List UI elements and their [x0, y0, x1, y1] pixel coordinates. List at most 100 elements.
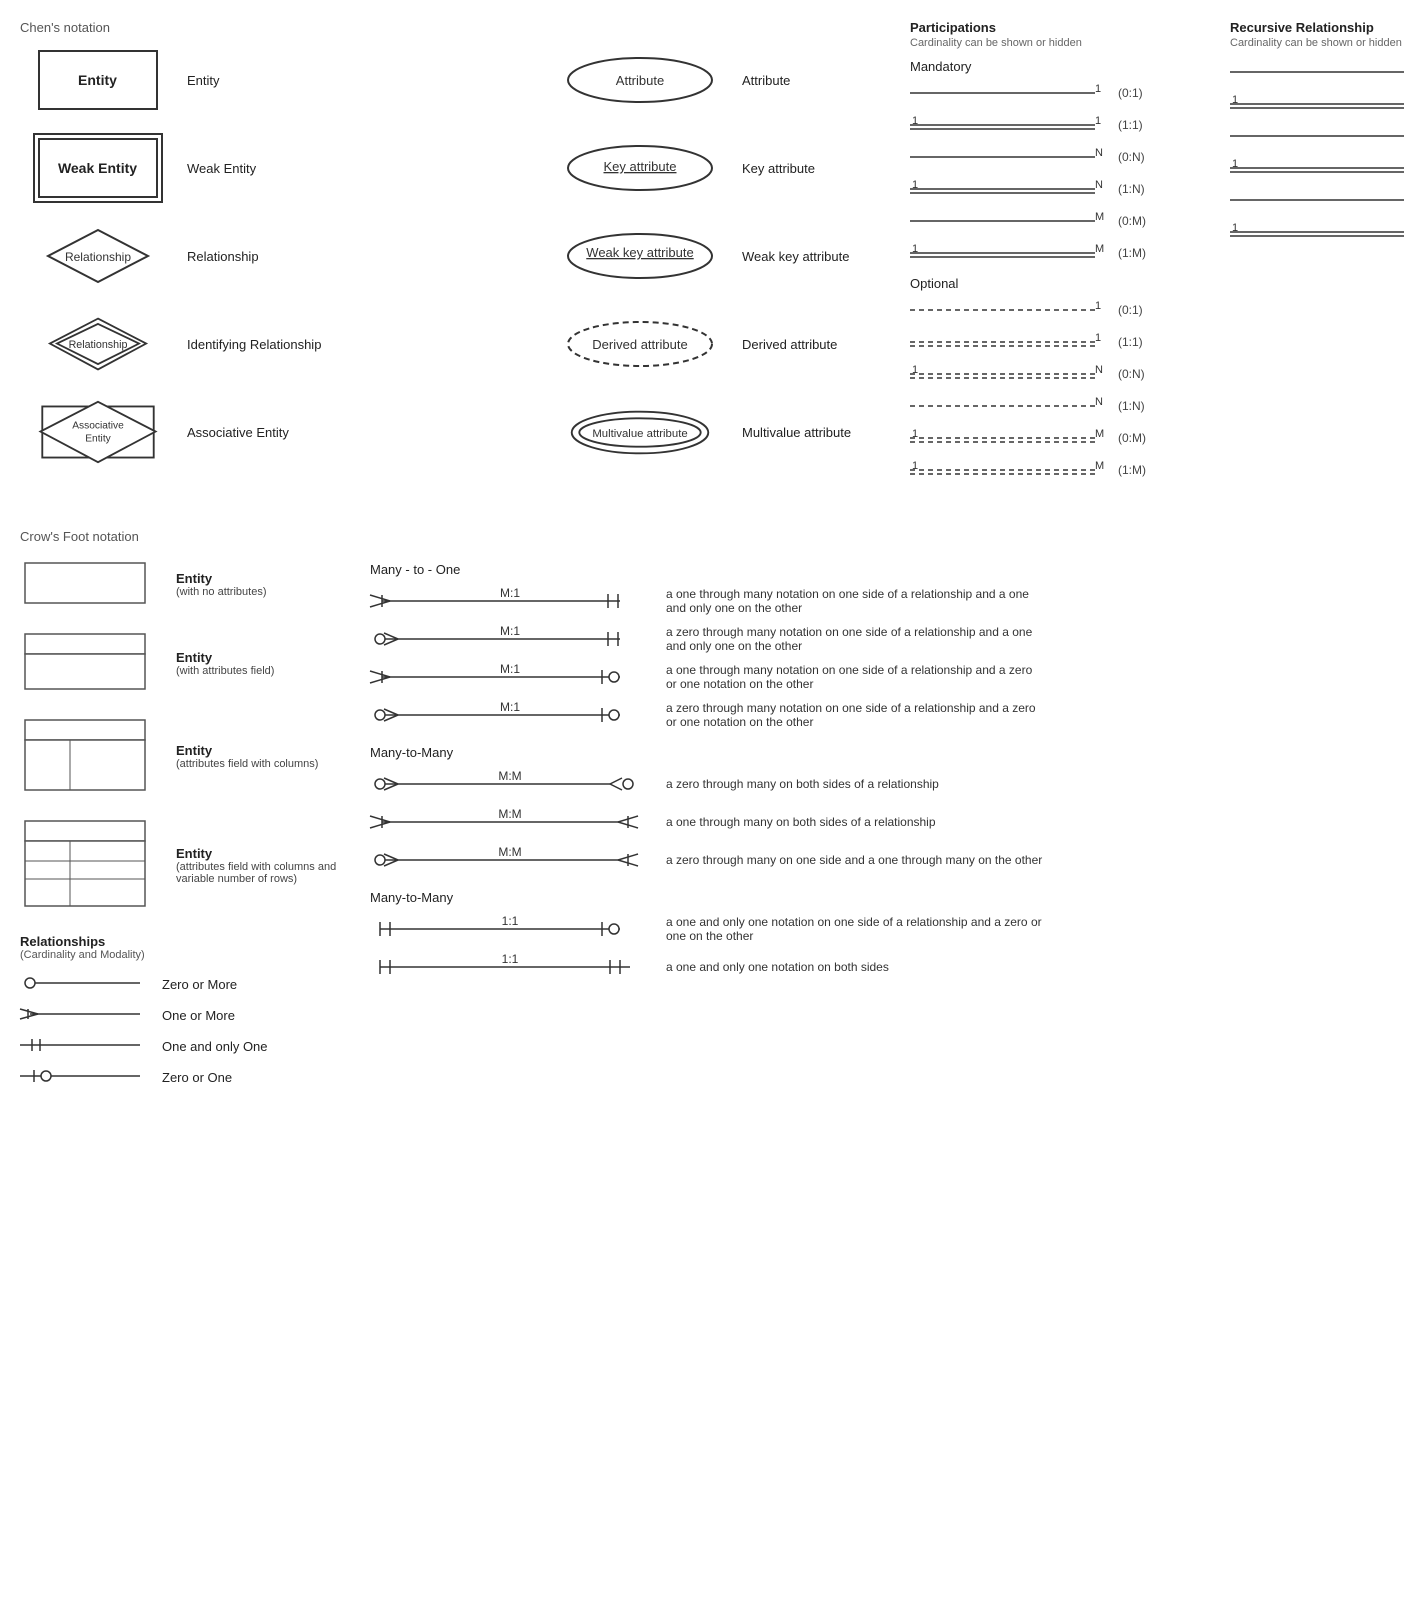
11-line-2: 1:1: [370, 953, 650, 981]
participations-subtitle: Cardinality can be shown or hidden: [910, 37, 1210, 49]
mm-line-2: M:M: [370, 808, 650, 836]
svg-text:Multivalue attribute: Multivalue attribute: [592, 428, 687, 440]
svg-text:1: 1: [1095, 332, 1101, 344]
rec-row-0m: M (0:M): [1230, 187, 1404, 213]
rec-row-1m: 1 M (1:M): [1230, 219, 1404, 245]
part-line-m-1n: 1 N: [910, 179, 1110, 199]
svg-text:N: N: [1095, 147, 1103, 159]
top-area: Chen's notation Entity Entity Weak Entit…: [20, 20, 1384, 489]
attr-label-multivalue: Multivalue attribute: [730, 425, 851, 440]
crows-left: Entity (with no attributes) Entity (with…: [20, 558, 340, 1097]
attr-ellipse-svg: Attribute: [560, 53, 720, 108]
rec-row-11: 1 1 (1:1): [1230, 91, 1404, 117]
rec-line-01: 1: [1230, 62, 1404, 82]
svg-text:N: N: [1095, 396, 1103, 408]
rel-one-more-line: [20, 1004, 150, 1027]
svg-text:Relationship: Relationship: [68, 339, 127, 351]
svg-text:1:1: 1:1: [502, 952, 519, 966]
rec-line-1m: 1 M: [1230, 222, 1404, 242]
rec-row-01: 1 (0:1): [1230, 59, 1404, 85]
part-row-m-01: 1 (0:1): [910, 80, 1210, 106]
associative-label: Associative Entity: [175, 425, 350, 440]
svg-text:N: N: [1095, 179, 1103, 191]
attr-col: Attribute Attribute Key attribute Key at…: [550, 20, 910, 489]
part-notation-m-11: (1:1): [1118, 118, 1143, 132]
part-row-m-0m: M (0:M): [910, 208, 1210, 234]
chens-relationship-row: Relationship Relationship: [20, 221, 550, 291]
mm-row-1: M:M a zero through many on both sides of…: [370, 770, 1384, 798]
weak-entity-box: Weak Entity: [38, 138, 158, 198]
part-line-o-0m: 1 M: [910, 428, 1110, 448]
attr-shape-weak-key: Weak key attribute: [550, 229, 730, 284]
svg-text:Associative: Associative: [72, 421, 124, 432]
part-row-o-1n: N (1:N): [910, 393, 1210, 419]
svg-text:1:1: 1:1: [502, 914, 519, 928]
relationship-shape: Relationship: [20, 227, 175, 285]
part-row-o-01: 1 (0:1): [910, 297, 1210, 323]
part-row-o-0m: 1 M (0:M): [910, 425, 1210, 451]
part-notation-o-1m: (1:M): [1118, 463, 1146, 477]
part-notation-o-0m: (0:M): [1118, 431, 1146, 445]
rec-line-11: 1 1: [1230, 94, 1404, 114]
rel-one-only-desc: One and only One: [162, 1039, 268, 1054]
recursive-col: Recursive Relationship Cardinality can b…: [1210, 20, 1404, 489]
chens-title: Chen's notation: [20, 20, 550, 35]
part-row-m-1n: 1 N (1:N): [910, 176, 1210, 202]
rel-zero-one-line: [20, 1066, 150, 1089]
rel-zero-more-line: [20, 973, 150, 996]
11-row-2: 1:1 a one and only one notation on both …: [370, 953, 1384, 981]
part-notation-m-1n: (1:N): [1118, 182, 1145, 196]
part-notation-o-11: (1:1): [1118, 335, 1143, 349]
mm-row-2: M:M a one through many on both sides of …: [370, 808, 1384, 836]
part-row-m-1m: 1 M (1:M): [910, 240, 1210, 266]
mandatory-label: Mandatory: [910, 59, 1210, 74]
svg-text:M: M: [1095, 428, 1104, 440]
m1-row-3: M:1 a one through many notation on one s…: [370, 663, 1384, 691]
part-line-m-11: 1 1: [910, 115, 1110, 135]
svg-text:1: 1: [1095, 115, 1101, 127]
svg-text:M:M: M:M: [498, 807, 521, 821]
m1-desc-1: a one through many notation on one side …: [666, 587, 1046, 615]
svg-text:Attribute: Attribute: [616, 73, 664, 88]
part-notation-m-1m: (1:M): [1118, 246, 1146, 260]
part-row-o-11: 1 (1:1): [910, 329, 1210, 355]
rec-line-0m: M: [1230, 190, 1404, 210]
svg-text:Key attribute: Key attribute: [604, 159, 677, 174]
part-line-o-1n: N: [910, 396, 1110, 416]
part-notation-o-1n: (1:N): [1118, 399, 1145, 413]
rel-legend-title: Relationships: [20, 934, 340, 949]
svg-text:M: M: [1095, 211, 1104, 223]
identifying-shape: Relationship: [20, 315, 175, 373]
crows-entity-rows: Entity (attributes field with columns an…: [20, 816, 340, 914]
attr-shape-derived: Derived attribute: [550, 317, 730, 372]
11-line-1: 1:1: [370, 915, 650, 943]
attr-shape-key: Key attribute: [550, 141, 730, 196]
participations-col: Participations Cardinality can be shown …: [910, 20, 1210, 489]
attr-shape-attribute: Attribute: [550, 53, 730, 108]
part-notation-o-0n: (0:N): [1118, 367, 1145, 381]
11-row-1: 1:1 a one and only one notation on one s…: [370, 915, 1384, 943]
chens-identifying-row: Relationship Identifying Relationship: [20, 309, 550, 379]
m1-line-2: M:1: [370, 625, 650, 653]
attr-label-attribute: Attribute: [730, 73, 790, 88]
rel-zero-one-desc: Zero or One: [162, 1070, 232, 1085]
11-desc-2: a one and only one notation on both side…: [666, 960, 889, 974]
attr-row-weak-key: Weak key attribute Weak key attribute: [550, 221, 910, 291]
weak-entity-shape: Weak Entity: [20, 138, 175, 198]
crows-cols-shape: [20, 715, 160, 798]
mm-desc-3: a zero through many on one side and a on…: [666, 853, 1042, 867]
part-row-m-0n: N (0:N): [910, 144, 1210, 170]
rec-row-1n: 1 N (1:N): [1230, 155, 1404, 181]
crows-simple-shape: [20, 558, 160, 611]
recursive-subtitle: Cardinality can be shown or hidden: [1230, 37, 1404, 49]
rec-line-0n: N: [1230, 126, 1404, 146]
attr-row-key: Key attribute Key attribute: [550, 133, 910, 203]
participations-title: Participations: [910, 20, 1210, 35]
chens-associative-row: Associative Entity Associative Entity: [20, 397, 550, 467]
rel-one-only-line: [20, 1035, 150, 1058]
svg-text:M:1: M:1: [500, 624, 520, 638]
rec-row-0n: N (0:N): [1230, 123, 1404, 149]
part-line-m-0m: M: [910, 211, 1110, 231]
attr-row-derived: Derived attribute Derived attribute: [550, 309, 910, 379]
crows-rows-label: Entity (attributes field with columns an…: [160, 846, 340, 885]
